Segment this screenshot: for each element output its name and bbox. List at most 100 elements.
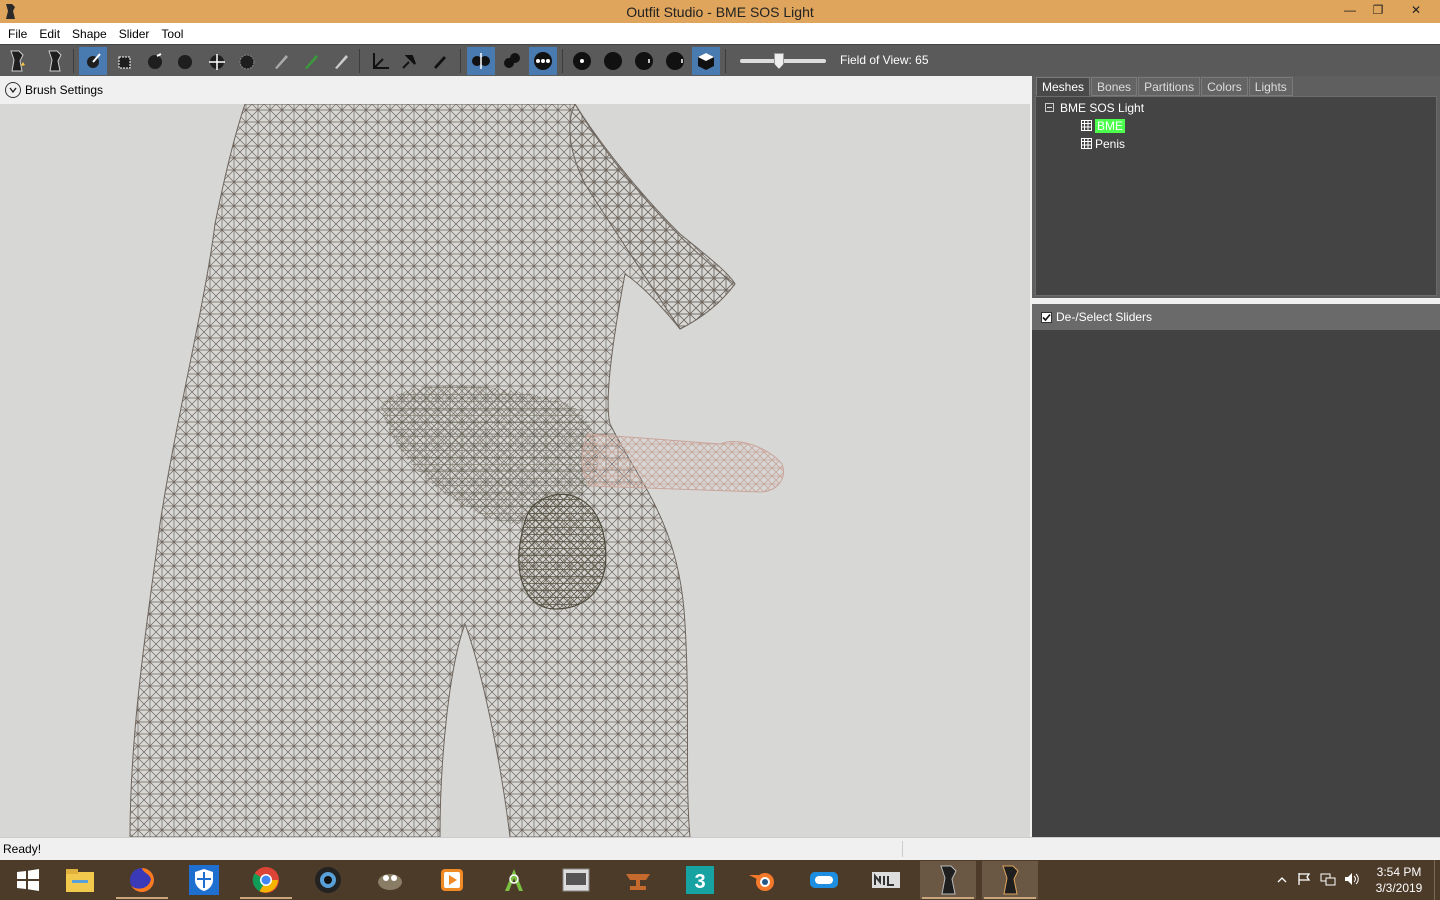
deflate-tool-button[interactable] [171,47,199,75]
undiff-icon [275,55,288,69]
taskbar-outfit-studio[interactable] [920,861,976,899]
move-tool-button[interactable] [203,47,231,75]
chevron-up-icon[interactable] [1272,873,1292,887]
outfit-studio-2-icon [1002,865,1019,895]
color-tool-button[interactable] [327,47,355,75]
menu-edit[interactable]: Edit [33,27,66,41]
new-project-button[interactable] [3,47,31,75]
mesh-grid-icon [1081,138,1092,149]
light-4-button[interactable] [661,47,689,75]
deflate-icon [178,55,192,69]
close-button[interactable]: ✕ [1392,0,1440,20]
smooth-tool-button[interactable] [233,47,261,75]
weight-tool-button[interactable] [297,47,325,75]
network-icon[interactable] [1316,872,1340,889]
select-tool-button[interactable] [79,47,107,75]
taskbar-firefox[interactable] [114,861,170,899]
taskbar-launcher[interactable] [548,861,604,899]
collapse-icon[interactable] [1045,103,1054,112]
inflate-icon [148,53,162,69]
tree-item-bme[interactable]: BME [1081,117,1126,134]
x-mirror-button[interactable] [467,47,495,75]
light-1-icon [573,52,591,70]
taskbar-chrome[interactable] [238,861,294,899]
app-icon [6,4,15,19]
taskbar-file-explorer[interactable] [52,861,108,899]
fov-slider-thumb[interactable] [774,53,784,69]
tree-item-penis[interactable]: Penis [1081,135,1125,152]
menu-shape[interactable]: Shape [66,27,113,41]
taskbar-app[interactable] [796,861,852,899]
show-desktop-button[interactable] [1434,860,1440,900]
taskbar-outfit-studio-2[interactable] [982,861,1038,899]
flag-icon[interactable] [1292,872,1316,889]
firefox-icon [130,868,154,892]
view-cube-icon [698,53,714,70]
load-reference-button[interactable] [41,47,69,75]
taskbar-blender[interactable] [734,861,790,899]
global-brush-button[interactable] [529,47,557,75]
maximize-button[interactable]: ❐ [1364,0,1392,20]
start-button[interactable] [0,861,56,899]
tree-item-label: BME [1095,118,1126,133]
media-player-icon [441,869,463,891]
view-cube-button[interactable] [692,47,720,75]
tab-colors[interactable]: Colors [1201,77,1248,96]
tab-lights[interactable]: Lights [1248,77,1293,96]
taskbar-nif[interactable] [858,861,914,899]
anvil-icon [626,874,650,890]
taskbar-webcam[interactable] [300,861,356,899]
taskbar-defender[interactable] [176,861,232,899]
menu-bar: File Edit Shape Slider Tool [0,23,1440,44]
taskbar-gimp[interactable] [362,861,418,899]
clock[interactable]: 3:54 PM 3/3/2019 [1364,864,1434,896]
mask-tool-button[interactable] [111,47,139,75]
volume-icon[interactable] [1340,872,1364,889]
menu-file[interactable]: File [2,27,33,41]
smooth-icon [239,54,255,70]
light-1-button[interactable] [568,47,596,75]
transform-tool-button[interactable] [366,47,394,75]
minimize-button[interactable]: — [1336,0,1364,20]
undiff-tool-button[interactable] [267,47,295,75]
menu-tool[interactable]: Tool [155,27,189,41]
taskbar-media-player[interactable] [424,861,480,899]
tab-meshes[interactable]: Meshes [1036,77,1091,96]
mesh-tree: BME SOS Light BME Penis [1035,96,1437,296]
light-3-button[interactable] [630,47,658,75]
taskbar-anvil[interactable] [610,861,666,899]
taskbar-3ds-max[interactable]: 3 [672,861,728,899]
light-2-icon [604,52,622,70]
3d-viewport[interactable] [0,104,1030,837]
vertex-edit-button[interactable] [426,47,454,75]
wireframe-mesh [129,104,784,837]
file-explorer-icon [66,869,94,892]
color-icon [335,55,348,69]
status-bar: Ready! [0,837,1440,860]
menu-slider[interactable]: Slider [113,27,156,41]
chevron-down-icon[interactable] [5,82,21,98]
window-controls: — ❐ ✕ [1336,0,1440,23]
edit-icon [434,56,446,69]
brush-settings-bar[interactable]: Brush Settings [0,76,1030,104]
android-studio-icon [505,869,523,891]
mask-icon [118,56,131,69]
pivot-tool-button[interactable] [396,47,424,75]
panel-tabs: Meshes Bones Partitions Colors Lights [1036,77,1294,96]
tab-bones[interactable]: Bones [1091,77,1138,96]
tree-item-label: Penis [1095,136,1126,151]
gimp-icon [378,874,402,890]
inflate-tool-button[interactable] [141,47,169,75]
taskbar-android-studio[interactable] [486,861,542,899]
blender-icon [749,873,774,891]
load-icon [48,50,62,72]
connected-only-button[interactable] [498,47,526,75]
right-panel: Meshes Bones Partitions Colors Lights BM… [1032,76,1440,837]
global-brush-icon [534,52,552,70]
select-sliders-checkbox[interactable] [1041,311,1052,323]
light-2-button[interactable] [599,47,627,75]
tab-partitions[interactable]: Partitions [1138,77,1201,96]
tree-root[interactable]: BME SOS Light [1045,99,1144,116]
brush-settings-label: Brush Settings [25,83,104,97]
chrome-icon [252,867,279,893]
